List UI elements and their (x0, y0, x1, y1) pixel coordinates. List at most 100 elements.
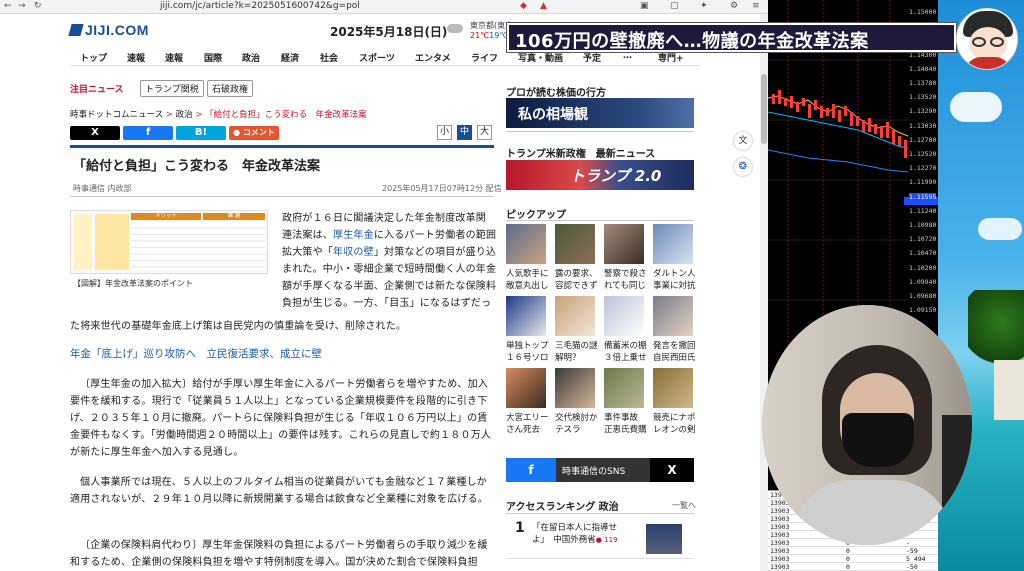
temp-low: 19℃ (489, 31, 509, 40)
pickup-caption-line: テスラ (555, 425, 581, 435)
sns-label: 時事通信のSNS (562, 467, 626, 477)
pickup-thumbnail[interactable] (653, 296, 693, 336)
extensions-puzzle-icon[interactable]: ✦ (700, 1, 708, 11)
translate-icon[interactable]: 文 (734, 132, 752, 150)
text-size-small[interactable]: 小 (437, 125, 452, 140)
pickup-thumbnail[interactable] (604, 368, 644, 408)
trump-banner[interactable]: トランプ 2.0 (506, 160, 694, 190)
nav-item-breaking[interactable]: 速報 (127, 51, 145, 64)
divider (70, 196, 494, 197)
nav-item-society[interactable]: 社会 (320, 51, 338, 64)
rewards-icon[interactable]: ▲ (540, 1, 547, 11)
pickup-thumbnail[interactable] (555, 296, 595, 336)
nav-item-sports[interactable]: スポーツ (359, 51, 395, 64)
facebook-icon[interactable]: f (506, 458, 556, 482)
extension-icon[interactable]: ▣ (640, 1, 649, 11)
menu-icon[interactable]: ≡ (752, 1, 760, 11)
market-banner[interactable]: 私の相場観 (506, 98, 694, 128)
back-icon[interactable]: ← (4, 1, 12, 11)
pickup-caption[interactable]: 三毛猫の謎 解明？ (555, 340, 599, 364)
breadcrumb-current: 「給付と負担」こう変わる 年金改革法案 (205, 110, 367, 120)
comment-count: ● 119 (595, 536, 618, 544)
brave-shield-icon[interactable]: ◆ (520, 1, 527, 11)
text-size-large[interactable]: 大 (477, 125, 492, 140)
pickup-caption-line: 自民西田氏 (653, 353, 696, 363)
article-title: 「給付と負担」こう変わる 年金改革法案 (73, 159, 321, 174)
y-tick-label: 1.11990 (909, 178, 937, 187)
table-row[interactable]: 13903 0 -59 (768, 547, 938, 555)
nav-item-top[interactable]: トップ (80, 51, 107, 64)
table-row[interactable]: 13903 0 5 494 (768, 555, 938, 563)
nav-item-politics[interactable]: 政治 (242, 51, 260, 64)
link-kosei-nenkin[interactable]: 厚生年金 (333, 230, 374, 241)
extension-icon[interactable]: ▢ (670, 1, 679, 11)
pickup-caption-line: ３倍上乗せ (604, 353, 647, 363)
pickup-caption[interactable]: 警察で殺さ れても同じ (604, 268, 648, 292)
nav-item-breaking2[interactable]: 速報 (165, 51, 183, 64)
rank1-title-line: 「在留日本人に指導せ (532, 523, 618, 533)
cloud-shape (978, 218, 1022, 240)
url-text[interactable]: jiji.com/jc/article?k=2025051600742&g=po… (160, 1, 360, 11)
pickup-thumbnail[interactable] (604, 224, 644, 264)
pickup-caption[interactable]: 人気歌手に 敵意丸出し (506, 268, 550, 292)
pickup-caption[interactable]: 発言を撤回 自民西田氏 (653, 340, 697, 364)
reload-icon[interactable]: ↻ (34, 1, 42, 11)
article-paragraph-1: 政府が１６日に閣議決定した年金制度改革関 連法案は、厚生年金に入るパート労働者の… (282, 210, 496, 312)
tag-ishiba[interactable]: 石破政権 (207, 80, 254, 97)
y-tick-label: 1.10200 (909, 263, 937, 272)
pickup-thumbnail[interactable] (604, 296, 644, 336)
y-tick-label: 1.15000 (909, 8, 937, 16)
table-row[interactable]: 13903 0 -50 (768, 563, 938, 571)
settings-icon[interactable]: ⚙ (730, 1, 738, 11)
breadcrumb-item[interactable]: 政治 (176, 110, 193, 120)
pickup-caption[interactable]: 競売にナポ レオンの剣 (653, 412, 697, 436)
share-facebook-button[interactable]: f (123, 126, 173, 140)
breadcrumb-item[interactable]: 時事ドットコムニュース (70, 110, 163, 120)
rank1-thumbnail[interactable] (646, 524, 682, 554)
nav-item-economy[interactable]: 経済 (281, 51, 299, 64)
x-icon[interactable]: X (650, 458, 694, 482)
site-logo[interactable]: JIJI.COM (68, 22, 149, 38)
pickup-thumbnail[interactable] (555, 224, 595, 264)
avatar-glasses (972, 37, 986, 47)
link-nenshu-no-kabe[interactable]: 年収の壁 (333, 247, 374, 258)
comment-button[interactable]: ● コメント (229, 126, 279, 140)
ranking-more-link[interactable]: 一覧へ (672, 500, 696, 511)
pickup-caption[interactable]: 事件事故 正恵氏費購 (604, 412, 648, 436)
pickup-caption[interactable]: 備蓄米の棚 ３倍上乗せ (604, 340, 648, 364)
share-hatena-button[interactable]: B! (176, 126, 226, 140)
pickup-caption-line: ダルトン人 (653, 269, 696, 279)
share-x-button[interactable]: X (70, 126, 120, 140)
pickup-thumbnail[interactable] (555, 368, 595, 408)
pickup-caption[interactable]: 大宮エリー さん死去 (506, 412, 550, 436)
text-size-medium[interactable]: 中 (457, 125, 472, 140)
pickup-caption[interactable]: ダルトン人事業に対抗 (653, 268, 697, 292)
forward-icon[interactable]: → (18, 1, 26, 11)
pickup-thumbnail[interactable] (653, 224, 693, 264)
y-tick-label: 1.12270 (909, 164, 937, 173)
pickup-caption[interactable]: 露の要求、 容認できず (555, 268, 599, 292)
tag-tariff[interactable]: トランプ関税 (140, 80, 204, 97)
related-article-link[interactable]: 年金「底上げ」巡り攻防へ 立民復活要求、成立に壁 (70, 346, 322, 361)
rank1-title[interactable]: 「在留日本人に指導せ よ」 中国外務省● 119 (532, 522, 617, 546)
nav-item-world[interactable]: 国際 (204, 51, 222, 64)
pickup-caption[interactable]: 交代検討か テスラ (555, 412, 599, 436)
y-tick-label: 1.12780 (909, 135, 937, 144)
address-bar[interactable]: ← → ↻ jiji.com/jc/article?k=202505160074… (0, 0, 768, 14)
nav-item-life[interactable]: ライフ (471, 51, 498, 64)
pickup-thumbnail[interactable] (506, 224, 546, 264)
pickup-caption-line: 事業に対抗 (653, 281, 696, 291)
text-line: 政府が１６日に閣議決定した年金制度改革関 (282, 213, 486, 224)
divider (506, 131, 694, 132)
y-tick-label: 1.11240 (909, 206, 937, 215)
pickup-thumbnail[interactable] (506, 368, 546, 408)
assistant-icon[interactable]: ❂ (734, 158, 752, 176)
pickup-caption-line: 容認できず (555, 281, 598, 291)
pickup-thumbnail[interactable] (506, 296, 546, 336)
nav-item-entertainment[interactable]: エンタメ (415, 51, 451, 64)
pickup-thumbnail[interactable] (653, 368, 693, 408)
infographic-image[interactable]: メリット 課 題 (70, 210, 268, 274)
scrollbar-thumb[interactable] (761, 74, 767, 144)
y-tick-label: 1.13780 (909, 79, 937, 87)
pickup-caption[interactable]: 単独トップ １６号ソロ (506, 340, 550, 364)
